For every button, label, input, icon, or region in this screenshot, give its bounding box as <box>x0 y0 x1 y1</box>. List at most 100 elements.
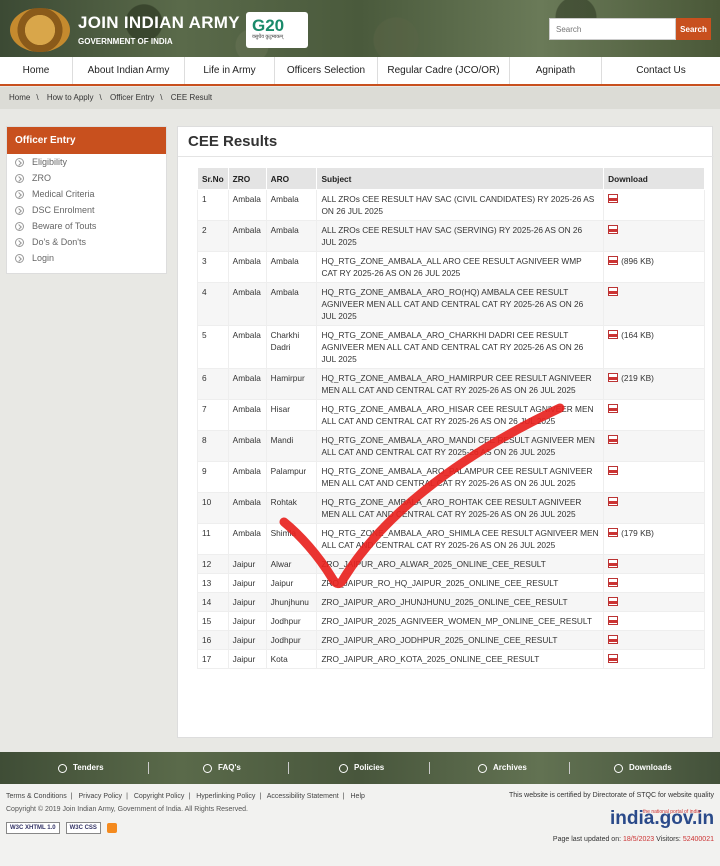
footer-link-label: Archives <box>493 763 527 772</box>
cell-srno: 2 <box>197 220 229 252</box>
g20-logo: G20 वसुधैव कुटुम्बकम् <box>246 12 308 48</box>
nav-regular-cadre[interactable]: Regular Cadre (JCO/OR) <box>378 57 510 84</box>
nav-about-indian-army[interactable]: About Indian Army <box>73 57 185 84</box>
cell-srno: 3 <box>197 251 229 283</box>
pdf-download-icon[interactable] <box>608 435 619 444</box>
cell-srno: 5 <box>197 325 229 369</box>
nav-officers-selection[interactable]: Officers Selection <box>275 57 378 84</box>
page-updated-info: Page last updated on: 18/5/2023 Visitors… <box>553 836 714 843</box>
nav-life-in-army[interactable]: Life in Army <box>185 57 275 84</box>
search-button[interactable]: Search <box>676 18 711 40</box>
table-row: 11 Ambala Shimla HQ_RTG_ZONE_AMBALA_ARO_SHI… <box>197 523 705 555</box>
footer-link-policies[interactable]: Policies <box>339 752 384 784</box>
pdf-download-icon[interactable] <box>608 497 619 506</box>
footer-hyperlinking-link[interactable]: Hyperlinking Policy <box>196 793 255 800</box>
sidebar-item-eligibility[interactable]: Eligibility <box>7 154 166 170</box>
footer-link-tenders[interactable]: Tenders <box>58 752 104 784</box>
breadcrumb-how-to-apply[interactable]: How to Apply <box>47 93 94 102</box>
footer-link-label: Downloads <box>629 763 672 772</box>
footer-link-downloads[interactable]: Downloads <box>614 752 672 784</box>
rss-icon[interactable] <box>106 823 117 833</box>
divider <box>429 762 430 774</box>
sidebar-item-dsc-enrolment[interactable]: DSC Enrolment <box>7 202 166 218</box>
site-title[interactable]: JOIN INDIAN ARMY <box>78 13 240 33</box>
pdf-download-icon[interactable] <box>608 466 619 475</box>
table-row: 9 Ambala Palampur HQ_RTG_ZONE_AMBALA_ARO_PA… <box>197 461 705 493</box>
cell-download: (164 KB) <box>603 325 705 369</box>
table-row: 12 Jaipur Alwar ZRO_JAIPUR_ARO_ALWAR_2025_O… <box>197 554 705 574</box>
pdf-download-icon[interactable] <box>608 635 619 644</box>
cell-aro: Rohtak <box>265 492 318 524</box>
cell-subject: HQ_RTG_ZONE_AMBALA_ARO_RO(HQ) AMBALA CEE… <box>316 282 605 326</box>
pdf-download-icon[interactable] <box>608 404 619 413</box>
cell-zro: Ambala <box>227 399 267 431</box>
cell-subject: HQ_RTG_ZONE_AMBALA_ALL ARO CEE RESULT AG… <box>316 251 605 283</box>
sidebar-item-medical-criteria[interactable]: Medical Criteria <box>7 186 166 202</box>
divider <box>148 762 149 774</box>
pdf-download-icon[interactable] <box>608 528 619 537</box>
nav-home[interactable]: Home <box>0 57 73 84</box>
cell-srno: 15 <box>197 611 229 631</box>
visitor-count: 52400021 <box>682 836 714 843</box>
pdf-download-icon[interactable] <box>608 225 619 234</box>
sidebar-item-zro[interactable]: ZRO <box>7 170 166 186</box>
pdf-download-icon[interactable] <box>608 194 619 203</box>
cell-srno: 9 <box>197 461 229 493</box>
pdf-download-icon[interactable] <box>608 654 619 663</box>
nav-agnipath[interactable]: Agnipath <box>510 57 602 84</box>
nav-contact-us[interactable]: Contact Us <box>602 57 720 84</box>
pdf-download-icon[interactable] <box>608 559 619 568</box>
footer-accessibility-link[interactable]: Accessibility Statement <box>267 793 339 800</box>
breadcrumb-officer-entry[interactable]: Officer Entry <box>110 93 154 102</box>
main-content: CEE Results Sr.No ZRO ARO Subject Downlo… <box>177 126 714 738</box>
cell-subject: ZRO_JAIPUR_2025_AGNIVEER_WOMEN_MP_ONLINE… <box>316 611 605 631</box>
faq-icon <box>203 763 212 773</box>
chevron-circle-icon <box>15 221 24 231</box>
cell-srno: 7 <box>197 399 229 431</box>
pdf-download-icon[interactable] <box>608 373 619 382</box>
search-input[interactable] <box>549 18 676 40</box>
cell-srno: 11 <box>197 523 229 555</box>
chevron-circle-icon <box>15 253 24 263</box>
pdf-download-icon[interactable] <box>608 578 619 587</box>
cell-srno: 1 <box>197 189 229 221</box>
sidebar-item-dos-donts[interactable]: Do's & Don'ts <box>7 234 166 250</box>
cell-zro: Ambala <box>227 282 267 326</box>
pdf-download-icon[interactable] <box>608 616 619 625</box>
pdf-download-icon[interactable] <box>608 287 619 296</box>
chevron-circle-icon <box>15 237 24 247</box>
cell-download: (219 KB) <box>603 368 705 400</box>
file-size: (164 KB) <box>621 330 654 340</box>
g20-logo-text: G20 <box>252 16 285 35</box>
footer-terms-link[interactable]: Terms & Conditions <box>6 793 67 800</box>
footer-help-link[interactable]: Help <box>351 793 365 800</box>
cell-aro: Shimla <box>265 523 318 555</box>
visitors-label: Visitors: <box>656 836 681 843</box>
cell-aro: Alwar <box>265 554 318 574</box>
table-row: 6 Ambala Hamirpur HQ_RTG_ZONE_AMBALA_ARO_HA… <box>197 368 705 400</box>
cell-aro: Charkhi Dadri <box>265 325 318 369</box>
cell-subject: ZRO_JAIPUR_ARO_JODHPUR_2025_ONLINE_CEE_R… <box>316 630 605 650</box>
footer-link-archives[interactable]: Archives <box>478 752 527 784</box>
footer-copyright-link[interactable]: Copyright Policy <box>134 793 185 800</box>
footer-link-faqs[interactable]: FAQ's <box>203 752 241 784</box>
breadcrumb-home[interactable]: Home <box>9 93 30 102</box>
archives-icon <box>478 763 487 773</box>
footer-privacy-link[interactable]: Privacy Policy <box>78 793 122 800</box>
table-row: 13 Jaipur Jaipur ZRO_JAIPUR_RO_HQ_JAIPUR_20… <box>197 573 705 593</box>
cell-zro: Ambala <box>227 325 267 369</box>
pdf-download-icon[interactable] <box>608 256 619 265</box>
footer-quick-links: Tenders FAQ's Policies Archives Download… <box>0 752 720 784</box>
column-header-srno: Sr.No <box>197 167 229 190</box>
army-emblem-logo[interactable] <box>10 8 70 52</box>
sidebar-item-beware-of-touts[interactable]: Beware of Touts <box>7 218 166 234</box>
pdf-download-icon[interactable] <box>608 330 619 339</box>
cell-aro: Hamirpur <box>265 368 318 400</box>
table-row: 15 Jaipur Jodhpur ZRO_JAIPUR_2025_AGNIVEER_… <box>197 611 705 631</box>
sidebar-item-login[interactable]: Login <box>7 250 166 266</box>
pdf-download-icon[interactable] <box>608 597 619 606</box>
cell-subject: HQ_RTG_ZONE_AMBALA_ARO_PALAMPUR CEE RESU… <box>316 461 605 493</box>
downloads-icon <box>614 763 623 773</box>
w3c-css-badge[interactable]: W3C CSS <box>65 822 101 834</box>
w3c-xhtml-badge[interactable]: W3C XHTML 1.0 <box>6 822 60 834</box>
